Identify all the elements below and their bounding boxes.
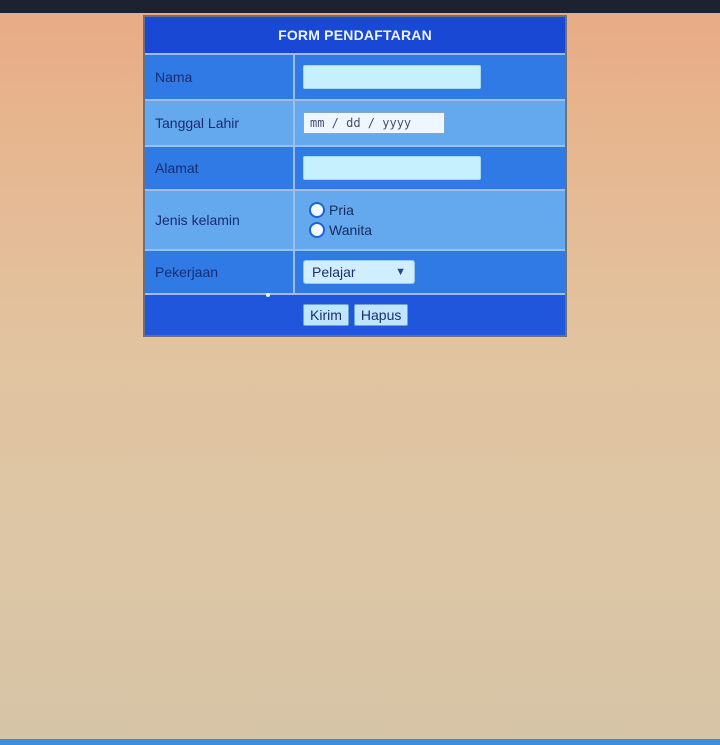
tanggal-lahir-input[interactable]: mm / dd / yyyy	[303, 112, 445, 134]
row-pekerjaan: Pekerjaan Pelajar ▼	[145, 251, 565, 295]
pekerjaan-cell: Pelajar ▼	[295, 251, 565, 293]
screen-top-bezel	[0, 0, 720, 13]
tanggal-lahir-label: Tanggal Lahir	[145, 101, 295, 145]
jenis-kelamin-label: Jenis kelamin	[145, 191, 295, 249]
pekerjaan-select[interactable]: Pelajar ▼	[303, 260, 415, 284]
nama-input[interactable]	[303, 65, 481, 89]
pekerjaan-label: Pekerjaan	[145, 251, 295, 293]
registration-form: FORM PENDAFTARAN Nama Tanggal Lahir mm /…	[143, 15, 567, 337]
row-tanggal-lahir: Tanggal Lahir mm / dd / yyyy	[145, 101, 565, 147]
radio-pria[interactable]: Pria	[309, 202, 372, 218]
row-jenis-kelamin: Jenis kelamin Pria Wanita	[145, 191, 565, 251]
nama-cell	[295, 55, 565, 99]
row-nama: Nama	[145, 55, 565, 101]
button-row: Kirim Hapus	[145, 295, 565, 335]
gender-radio-group: Pria Wanita	[303, 202, 372, 238]
alamat-input[interactable]	[303, 156, 481, 180]
tanggal-lahir-cell: mm / dd / yyyy	[295, 101, 565, 145]
kirim-button[interactable]: Kirim	[303, 304, 349, 326]
chevron-down-icon: ▼	[395, 266, 406, 278]
tanggal-lahir-placeholder: mm / dd / yyyy	[310, 116, 412, 130]
alamat-cell	[295, 147, 565, 189]
jenis-kelamin-cell: Pria Wanita	[295, 191, 565, 249]
radio-wanita-label: Wanita	[329, 222, 373, 238]
radio-circle-icon[interactable]	[309, 202, 325, 218]
pekerjaan-selected-value: Pelajar	[312, 264, 356, 280]
alamat-label: Alamat	[145, 147, 295, 189]
radio-pria-label: Pria	[329, 202, 354, 218]
row-alamat: Alamat	[145, 147, 565, 191]
radio-circle-icon[interactable]	[309, 222, 325, 238]
nama-label: Nama	[145, 55, 295, 99]
screen-dust-mark	[266, 293, 270, 297]
button-group: Kirim Hapus	[295, 304, 409, 326]
screen-bottom-edge	[0, 739, 720, 745]
hapus-button[interactable]: Hapus	[353, 304, 409, 326]
radio-wanita[interactable]: Wanita	[309, 222, 372, 238]
form-title: FORM PENDAFTARAN	[145, 17, 565, 55]
